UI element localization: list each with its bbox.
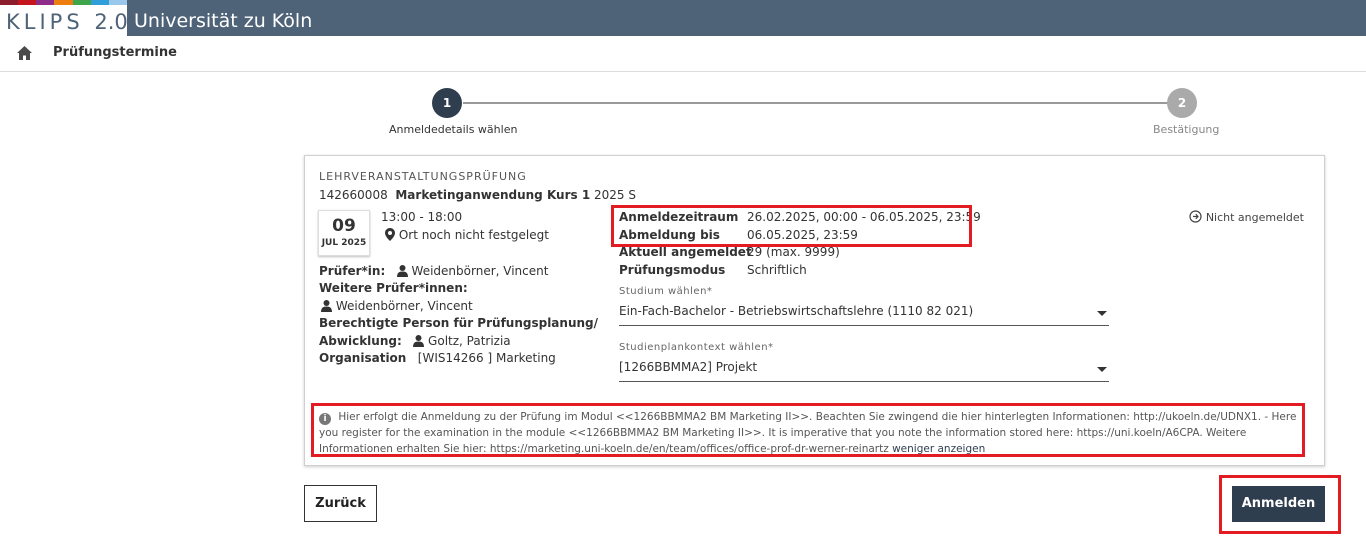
other-examiner-name: Weidenbörner, Vincent (335, 299, 473, 313)
university-name: Universität zu Köln (134, 10, 313, 32)
user-icon (413, 335, 425, 347)
breadcrumb: Prüfungstermine (0, 36, 1366, 72)
context-select[interactable]: [1266BBMMA2] Projekt (619, 360, 1109, 382)
planner-label-2: Abwicklung: (319, 334, 402, 348)
home-icon[interactable] (16, 45, 33, 61)
examiner-name: Weidenbörner, Vincent (411, 264, 549, 278)
wizard-step-2: 2 (1167, 88, 1197, 118)
wizard-step-2-label: Bestätigung (1153, 123, 1220, 136)
exam-location: Ort noch nicht festgelegt (385, 228, 549, 242)
exam-month: JUL 2025 (321, 238, 367, 248)
other-examiner-row: Weidenbörner, Vincent (321, 299, 473, 313)
highlight-registration-period (611, 205, 972, 247)
context-select-label: Studienplankontext wählen* (619, 342, 774, 353)
course-number: 142660008 (319, 188, 388, 202)
organisation-value: [WIS14266 ] Marketing (417, 351, 556, 365)
planner-label: Berechtigte Person für Prüfungsplanung/ (319, 316, 599, 330)
user-icon (396, 265, 408, 277)
user-icon (321, 300, 332, 312)
logo-version: 2.0 (94, 10, 128, 34)
wizard-step-1: 1 (432, 88, 462, 118)
exam-day: 09 (332, 216, 356, 236)
course-heading: 142660008 Marketinganwendung Kurs 1 2025… (319, 188, 636, 202)
course-semester: 2025 S (594, 188, 636, 202)
registration-status: Nicht angemeldet (1189, 210, 1304, 224)
klips-logo[interactable]: KLIPS 2.0 (0, 0, 128, 36)
study-select-value: Ein-Fach-Bachelor - Betriebswirtschaftsl… (619, 304, 974, 318)
chevron-down-icon[interactable] (1097, 367, 1107, 372)
highlight-module-info (311, 403, 1305, 457)
organisation-row: Organisation [WIS14266 ] Marketing (319, 351, 556, 365)
context-select-value: [1266BBMMA2] Projekt (619, 360, 758, 374)
chevron-down-icon[interactable] (1097, 311, 1107, 316)
logo-stripes (0, 0, 127, 5)
exam-time: 13:00 - 18:00 (381, 210, 463, 224)
examiner-row: Prüfer*in: Weidenbörner, Vincent (319, 264, 548, 278)
wizard-step-1-label: Anmeldedetails wählen (389, 123, 518, 136)
study-select-label: Studium wählen* (619, 286, 713, 297)
wizard-progress-line (463, 102, 1168, 104)
back-button[interactable]: Zurück (304, 485, 377, 522)
highlight-register-button (1219, 475, 1341, 534)
logo-text: KLIPS 2.0 (6, 10, 128, 34)
map-pin-icon (385, 228, 395, 241)
examiner-label: Prüfer*in: (319, 264, 386, 278)
arrow-circle-right-icon (1189, 210, 1202, 223)
registration-status-text: Nicht angemeldet (1205, 211, 1304, 224)
planner-name: Goltz, Patrizia (428, 334, 511, 348)
page-title: Prüfungstermine (53, 45, 177, 60)
exam-date-box: 09 JUL 2025 (318, 210, 370, 256)
exam-location-text: Ort noch nicht festgelegt (398, 228, 549, 242)
exam-mode-value: Schriftlich (747, 263, 807, 277)
study-select[interactable]: Ein-Fach-Bachelor - Betriebswirtschaftsl… (619, 304, 1109, 326)
exam-mode-label: Prüfungsmodus (619, 263, 726, 277)
top-bar: KLIPS 2.0 Universität zu Köln (0, 0, 1366, 36)
organisation-label: Organisation (319, 351, 407, 365)
current-registered-label: Aktuell angemeldet (619, 245, 752, 259)
course-title: Marketinganwendung Kurs 1 (395, 188, 591, 202)
current-registered-value: 29 (max. 9999) (747, 245, 840, 259)
planner-row: Abwicklung: Goltz, Patrizia (319, 334, 511, 348)
course-type: LEHRVERANSTALTUNGSPRÜFUNG (319, 170, 527, 183)
other-examiners-label: Weitere Prüfer*innen: (319, 281, 468, 295)
